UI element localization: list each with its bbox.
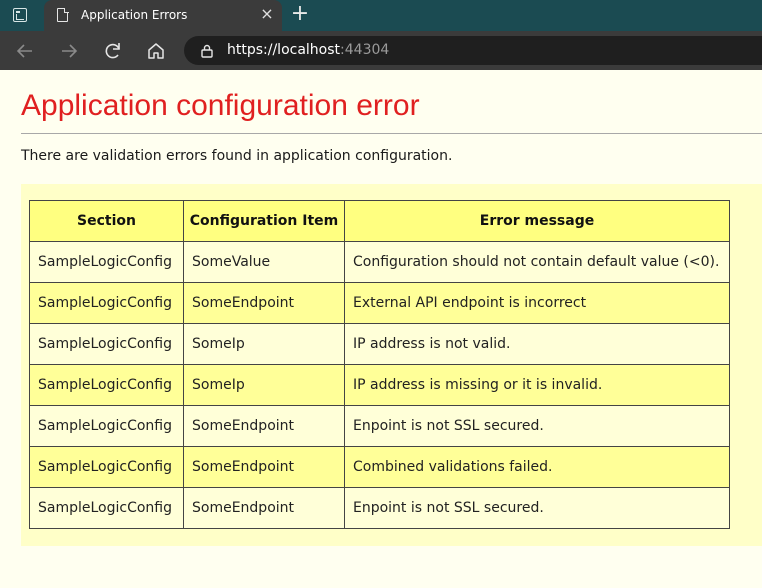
cell-section: SampleLogicConfig xyxy=(29,323,184,365)
cell-configuration-item: SomeEndpoint xyxy=(183,405,345,447)
cell-error-message: Configuration should not contain default… xyxy=(344,241,730,283)
cell-error-message: IP address is missing or it is invalid. xyxy=(344,364,730,406)
cell-configuration-item: SomeEndpoint xyxy=(183,487,345,529)
cell-error-message: IP address is not valid. xyxy=(344,323,730,365)
cell-error-message: Enpoint is not SSL secured. xyxy=(344,487,730,529)
tab-close-button[interactable]: × xyxy=(258,4,276,24)
forward-button[interactable] xyxy=(56,38,82,64)
refresh-icon xyxy=(105,43,120,59)
refresh-button[interactable] xyxy=(100,38,126,64)
cell-section: SampleLogicConfig xyxy=(29,282,184,324)
intro-text: There are validation errors found in app… xyxy=(21,148,453,164)
cell-configuration-item: SomeEndpoint xyxy=(183,446,345,488)
tab-title: Application Errors xyxy=(81,8,188,22)
forward-arrow-icon xyxy=(62,44,78,58)
cell-section: SampleLogicConfig xyxy=(29,405,184,447)
cell-error-message: Combined validations failed. xyxy=(344,446,730,488)
table-row: SampleLogicConfig SomeEndpoint Combined … xyxy=(29,446,730,488)
column-header-error-message: Error message xyxy=(344,200,730,242)
home-icon xyxy=(148,43,164,59)
page-title: Application configuration error xyxy=(21,89,420,122)
cell-section: SampleLogicConfig xyxy=(29,487,184,529)
cell-error-message: Enpoint is not SSL secured. xyxy=(344,405,730,447)
browser-tab[interactable]: Application Errors × xyxy=(44,0,282,31)
cell-configuration-item: SomeIp xyxy=(183,364,345,406)
heading-divider xyxy=(21,133,762,134)
url-text: https://localhost:44304 xyxy=(227,42,389,58)
column-header-section: Section xyxy=(29,200,184,242)
cell-section: SampleLogicConfig xyxy=(29,241,184,283)
errors-table: Section Configuration Item Error message… xyxy=(29,200,730,529)
address-bar[interactable]: https://localhost:44304 xyxy=(184,36,762,65)
page-content: Application configuration error There ar… xyxy=(0,70,762,588)
cell-configuration-item: SomeValue xyxy=(183,241,345,283)
url-scheme-host: https://localhost xyxy=(227,42,341,58)
errors-table-container: Section Configuration Item Error message… xyxy=(21,184,762,546)
table-row: SampleLogicConfig SomeEndpoint External … xyxy=(29,282,730,324)
lock-icon[interactable] xyxy=(200,44,214,58)
table-row: SampleLogicConfig SomeValue Configuratio… xyxy=(29,241,730,283)
column-header-configuration-item: Configuration Item xyxy=(183,200,345,242)
tab-actions-icon[interactable] xyxy=(13,8,27,22)
table-row: SampleLogicConfig SomeEndpoint Enpoint i… xyxy=(29,405,730,447)
table-row: SampleLogicConfig SomeIp IP address is n… xyxy=(29,323,730,365)
table-header-row: Section Configuration Item Error message xyxy=(29,200,730,242)
cell-section: SampleLogicConfig xyxy=(29,446,184,488)
cell-error-message: External API endpoint is incorrect xyxy=(344,282,730,324)
cell-configuration-item: SomeIp xyxy=(183,323,345,365)
new-tab-button[interactable]: + xyxy=(289,3,311,26)
home-button[interactable] xyxy=(143,38,169,64)
url-port: :44304 xyxy=(340,42,390,58)
page-icon xyxy=(57,7,69,22)
back-arrow-icon xyxy=(16,44,32,58)
tab-strip: Application Errors × + xyxy=(0,0,762,31)
table-row: SampleLogicConfig SomeIp IP address is m… xyxy=(29,364,730,406)
browser-toolbar: https://localhost:44304 xyxy=(0,31,762,70)
cell-configuration-item: SomeEndpoint xyxy=(183,282,345,324)
cell-section: SampleLogicConfig xyxy=(29,364,184,406)
table-row: SampleLogicConfig SomeEndpoint Enpoint i… xyxy=(29,487,730,529)
back-button[interactable] xyxy=(12,38,38,64)
